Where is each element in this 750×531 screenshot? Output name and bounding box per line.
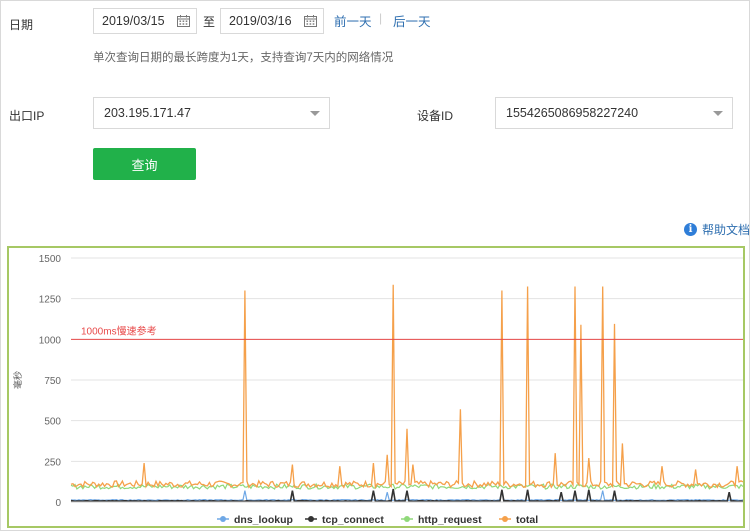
device-id-label: 设备ID — [417, 109, 454, 123]
calendar-icon[interactable] — [177, 15, 190, 27]
date-range-hint: 单次查询日期的最长跨度为1天，支持查询7天内的网络情况 — [93, 52, 394, 64]
end-date-input[interactable]: 2019/03/16 — [220, 8, 324, 34]
y-tick-label: 1250 — [39, 295, 62, 306]
help-docs-label: 帮助文档 — [702, 223, 750, 237]
chevron-down-icon — [713, 111, 723, 116]
start-date-value: 2019/03/15 — [102, 14, 165, 28]
exit-ip-select[interactable]: 203.195.171.47 — [93, 97, 330, 129]
series-total — [70, 284, 744, 490]
legend-swatch-dot — [308, 516, 314, 522]
legend-swatch-dot — [404, 516, 410, 522]
info-icon: i — [684, 223, 697, 236]
end-date-value: 2019/03/16 — [229, 14, 292, 28]
exit-ip-label: 出口IP — [9, 109, 45, 123]
date-range-to: 至 — [203, 15, 216, 29]
exit-ip-value: 203.195.171.47 — [104, 106, 191, 120]
y-tick-label: 750 — [44, 376, 61, 387]
legend-label: http_request — [418, 514, 482, 526]
calendar-icon[interactable] — [304, 15, 317, 27]
link-separator: | — [379, 11, 383, 25]
chevron-down-icon — [310, 111, 320, 116]
threshold-label: 1000ms慢速参考 — [81, 324, 157, 337]
y-tick-label: 1500 — [39, 254, 62, 265]
next-day-link[interactable]: 后一天 — [393, 11, 431, 30]
legend-label: dns_lookup — [234, 514, 293, 526]
legend-swatch-dot — [502, 516, 508, 522]
date-label: 日期 — [9, 18, 34, 32]
legend-swatch-dot — [220, 516, 226, 522]
prev-day-link[interactable]: 前一天 — [334, 11, 372, 30]
y-tick-label: 250 — [44, 457, 61, 468]
y-tick-label: 1000 — [39, 335, 62, 346]
start-date-input[interactable]: 2019/03/15 — [93, 8, 197, 34]
query-button[interactable]: 查询 — [93, 148, 196, 180]
legend-label: total — [516, 514, 538, 526]
y-tick-label: 0 — [55, 498, 61, 509]
legend-label: tcp_connect — [322, 514, 384, 526]
help-docs-link[interactable]: i 帮助文档 — [684, 221, 750, 238]
y-axis-label: 毫秒 — [12, 371, 23, 389]
latency-chart: 1500 1250 1000 750 500 250 0 毫秒 1000ms慢速参考 dns_lo… — [7, 246, 745, 528]
y-tick-label: 500 — [44, 417, 61, 428]
latency-chart-svg: 1500 1250 1000 750 500 250 0 毫秒 1000ms慢速参考 dns_lo… — [12, 254, 744, 526]
device-id-select[interactable]: 1554265086958227240 — [495, 97, 733, 129]
device-id-value: 1554265086958227240 — [506, 106, 639, 120]
